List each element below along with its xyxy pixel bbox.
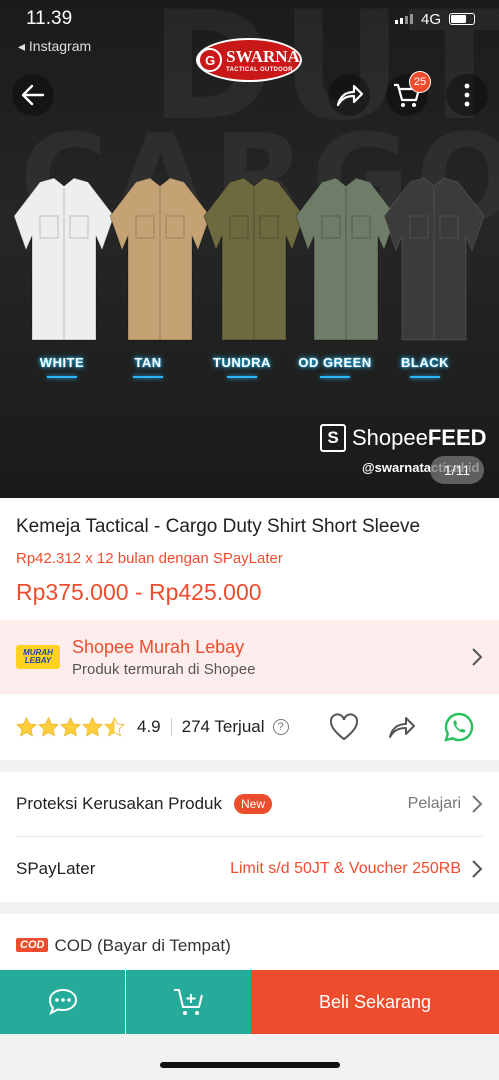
share-icon (336, 84, 364, 107)
shopee-feed-watermark: S ShopeeFEED (320, 424, 487, 452)
signal-icon (394, 14, 413, 24)
more-vertical-icon (464, 83, 470, 107)
star-icon (60, 717, 81, 737)
image-counter: 1/11 (430, 456, 484, 484)
product-page: DUTY CARGO 11.39 4G ◂ Instagram G SWARNA… (0, 0, 499, 1080)
status-time: 11.39 (26, 8, 73, 29)
chat-button[interactable] (0, 970, 125, 1034)
murah-lebay-banner[interactable]: MURAH LEBAY Shopee Murah Lebay Produk te… (0, 620, 499, 694)
color-label-tan: TAN (134, 355, 162, 370)
brand-logo: G SWARNA TACTICAL OUTDOOR (196, 38, 302, 82)
add-to-cart-button[interactable] (126, 970, 251, 1034)
protection-label: Proteksi Kerusakan Produk (16, 794, 222, 813)
rating-row: 4.9 274 Terjual ? (0, 694, 499, 760)
color-label-tundra: TUNDRA (213, 355, 271, 370)
network-type: 4G (420, 10, 441, 28)
new-badge: New (234, 794, 273, 814)
status-bar: 11.39 4G (26, 8, 475, 30)
shirt-black-image (383, 177, 485, 341)
more-options-button[interactable] (446, 74, 488, 116)
product-image-carousel[interactable]: DUTY CARGO 11.39 4G ◂ Instagram G SWARNA… (0, 0, 499, 498)
back-to-instagram-link[interactable]: ◂ Instagram (18, 38, 91, 55)
color-underline (410, 376, 440, 378)
shirt-lineup (10, 176, 490, 346)
divider (170, 718, 172, 736)
badge-line-2: LEBAY (24, 656, 52, 665)
spaylater-row[interactable]: SPayLater Limit s/d 50JT & Voucher 250RB (16, 837, 483, 901)
bottom-action-bar: Beli Sekarang (0, 970, 499, 1034)
home-indicator (0, 1034, 499, 1080)
cart-count-badge: 25 (409, 71, 431, 93)
spaylater-value: Limit s/d 50JT & Voucher 250RB (230, 860, 461, 877)
chevron-right-icon (472, 795, 483, 813)
cod-label: COD (Bayar di Tempat) (54, 936, 231, 955)
star-icon (82, 717, 103, 737)
color-label-white: WHITE (39, 355, 85, 370)
color-underline (47, 376, 77, 378)
heart-icon[interactable] (329, 713, 359, 741)
product-price: Rp375.000 - Rp425.000 (16, 579, 262, 605)
feed-suffix: FEED (427, 425, 487, 450)
color-underline (320, 376, 350, 378)
cod-row[interactable]: COD COD (Bayar di Tempat) (0, 914, 499, 974)
product-actions (329, 711, 475, 743)
star-rating[interactable] (16, 717, 125, 737)
shopee-bag-icon: S (320, 424, 346, 452)
color-label-black: BLACK (401, 355, 449, 370)
murah-lebay-badge: MURAH LEBAY (16, 645, 60, 669)
color-underline (133, 376, 163, 378)
arrow-left-icon (21, 84, 45, 106)
shirt-white-image (13, 177, 115, 341)
spaylater-label: SPayLater (16, 859, 96, 878)
paylater-installment[interactable]: Rp42.312 x 12 bulan dengan SPayLater (16, 550, 483, 567)
star-icon (38, 717, 59, 737)
cart-button[interactable]: 25 (386, 71, 431, 116)
back-button[interactable] (12, 74, 54, 116)
help-icon[interactable]: ? (272, 719, 289, 735)
color-underline (227, 376, 257, 378)
color-label-od-green: OD GREEN (298, 355, 372, 370)
rating-score: 4.9 (137, 717, 161, 736)
shirt-tan-image (109, 177, 211, 341)
chat-icon (48, 988, 77, 1016)
chevron-right-icon (472, 648, 483, 666)
feed-prefix: Shopee (352, 425, 428, 450)
cod-badge: COD (16, 938, 49, 952)
whatsapp-icon[interactable] (443, 711, 475, 743)
services-block: Proteksi Kerusakan Produk New Pelajari S… (0, 772, 499, 902)
chevron-right-icon (472, 860, 483, 878)
protection-action: Pelajari (407, 795, 461, 812)
add-to-cart-icon (173, 989, 203, 1015)
murah-title: Shopee Murah Lebay (72, 636, 245, 657)
share-icon[interactable] (385, 713, 417, 741)
half-star-icon (104, 717, 125, 737)
share-button[interactable] (328, 74, 370, 116)
sold-count: 274 Terjual (181, 717, 265, 736)
star-icon (16, 717, 37, 737)
battery-icon (449, 13, 475, 25)
product-title: Kemeja Tactical - Cargo Duty Shirt Short… (16, 516, 421, 537)
murah-subtitle: Produk termurah di Shopee (72, 660, 256, 678)
logo-mark-icon: G (198, 48, 223, 72)
protection-row[interactable]: Proteksi Kerusakan Produk New Pelajari (16, 772, 483, 836)
product-info: Kemeja Tactical - Cargo Duty Shirt Short… (0, 498, 499, 620)
buy-now-button[interactable]: Beli Sekarang (251, 970, 499, 1034)
logo-tagline: TACTICAL OUTDOOR (226, 66, 293, 73)
logo-brand: SWARNA (226, 46, 300, 66)
